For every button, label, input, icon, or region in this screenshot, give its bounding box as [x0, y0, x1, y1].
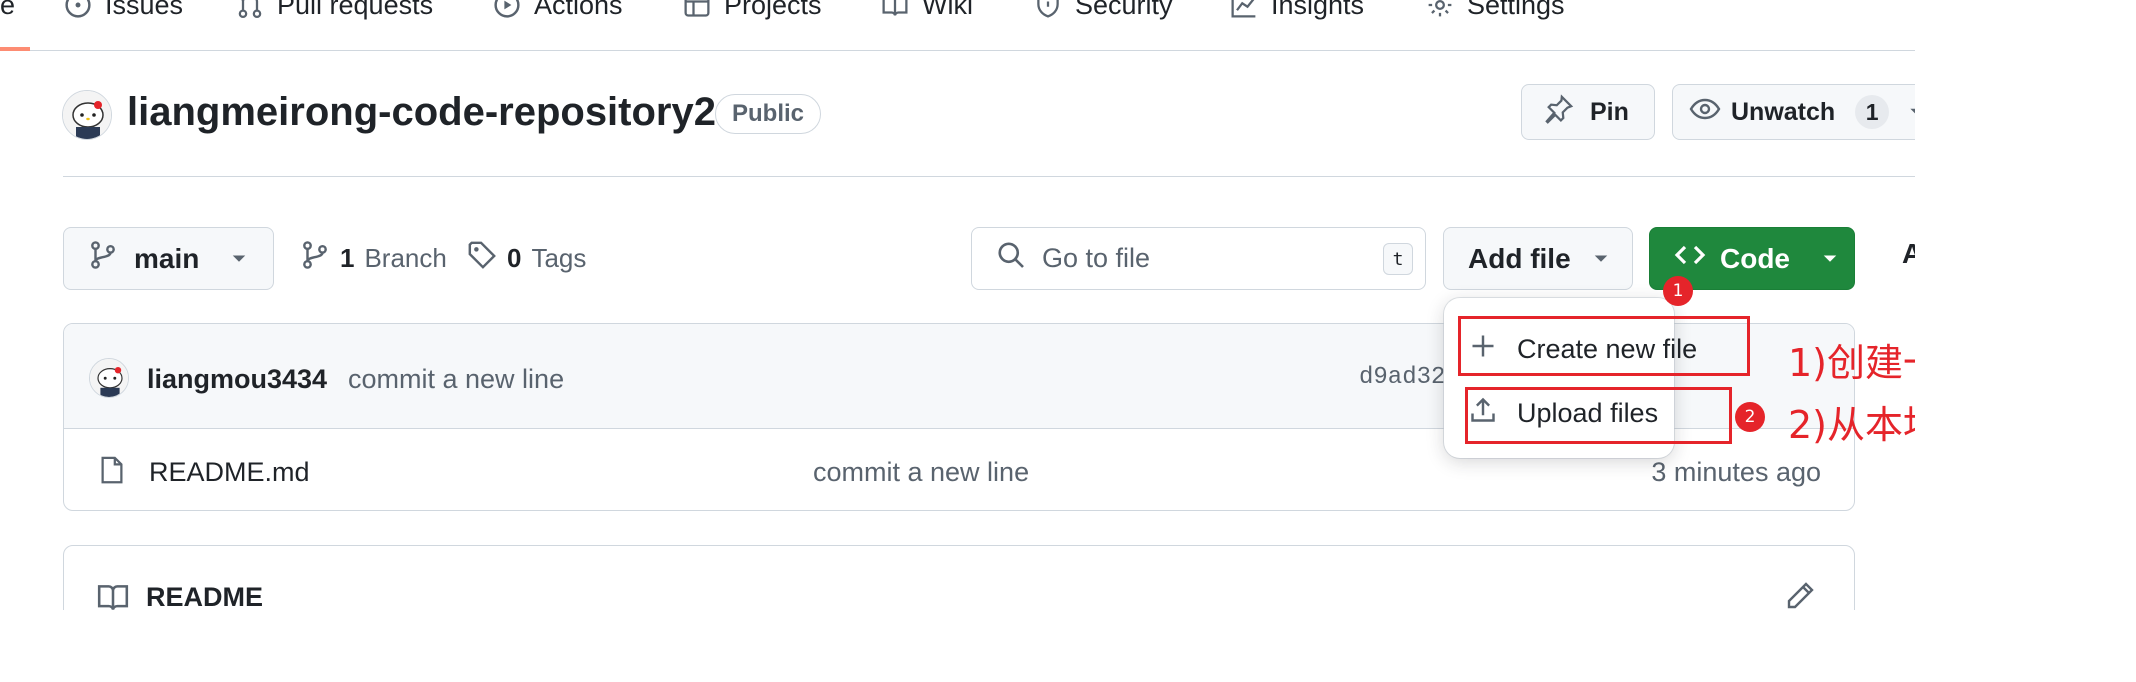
nav-security-label: Security	[1075, 0, 1173, 20]
repo-owner-avatar[interactable]	[62, 90, 112, 140]
nav-actions-label: Actions	[534, 0, 623, 20]
play-icon	[492, 0, 522, 20]
pin-icon	[1544, 93, 1574, 131]
branch-count-label: Branch	[364, 243, 447, 273]
repo-nav: e Issues Pull requests Actions Projects …	[0, 0, 1915, 51]
nav-insights-label: Insights	[1271, 0, 1365, 20]
annotation-box-create	[1458, 316, 1750, 376]
nav-active-indicator	[0, 47, 30, 51]
screenshot-frame: e Issues Pull requests Actions Projects …	[0, 0, 1915, 610]
watch-count: 1	[1855, 95, 1890, 129]
commit-author-avatar[interactable]	[89, 358, 129, 398]
nav-partial-item[interactable]: e	[0, 0, 15, 20]
add-file-button[interactable]: Add file	[1443, 227, 1633, 290]
go-to-file-search[interactable]: Go to file t	[971, 227, 1426, 290]
nav-actions[interactable]: Actions	[492, 0, 623, 20]
table-icon	[682, 0, 712, 20]
git-branch-icon	[300, 240, 330, 277]
annotation-badge-1: 1	[1663, 276, 1693, 306]
nav-issues-label: Issues	[105, 0, 184, 20]
annotation-badge-2: 2	[1735, 402, 1765, 432]
pin-label: Pin	[1590, 97, 1629, 126]
search-icon	[996, 240, 1026, 277]
unwatch-label: Unwatch	[1731, 97, 1836, 126]
nav-projects[interactable]: Projects	[682, 0, 822, 20]
nav-pull-requests[interactable]: Pull requests	[235, 0, 433, 20]
visibility-badge: Public	[715, 94, 822, 134]
add-file-label: Add file	[1468, 242, 1571, 274]
nav-settings[interactable]: Settings	[1425, 0, 1565, 20]
shield-icon	[1033, 0, 1063, 20]
nav-wiki-label: Wiki	[922, 0, 973, 20]
search-shortcut-key: t	[1383, 243, 1413, 275]
gear-icon	[1425, 0, 1455, 20]
code-label: Code	[1720, 242, 1790, 274]
nav-pull-requests-label: Pull requests	[277, 0, 434, 20]
chevron-down-icon	[1591, 243, 1611, 275]
code-brackets-icon	[1674, 239, 1706, 278]
commit-author[interactable]: liangmou3434	[147, 364, 327, 395]
nav-issues[interactable]: Issues	[63, 0, 183, 20]
chevron-down-icon	[229, 243, 249, 275]
branch-count: 1	[340, 243, 355, 273]
chevron-down-icon	[1820, 243, 1840, 275]
eye-icon	[1689, 93, 1721, 132]
git-branch-icon	[88, 240, 118, 277]
sidebar-about-heading-partial: A	[1902, 238, 1915, 269]
tag-icon	[467, 240, 497, 277]
nav-security[interactable]: Security	[1033, 0, 1173, 20]
pencil-icon[interactable]	[1784, 580, 1816, 610]
readme-panel: README	[63, 545, 1855, 610]
pin-button[interactable]: Pin	[1521, 84, 1655, 140]
branch-name: main	[134, 242, 200, 274]
nav-insights[interactable]: Insights	[1229, 0, 1364, 20]
unwatch-button[interactable]: Unwatch 1	[1672, 84, 1915, 140]
graph-icon	[1229, 0, 1259, 20]
pull-request-icon	[235, 0, 265, 20]
nav-wiki[interactable]: Wiki	[880, 0, 973, 20]
file-icon	[97, 453, 127, 492]
chevron-down-icon	[1907, 98, 1915, 127]
search-placeholder: Go to file	[1042, 243, 1151, 273]
readme-label: README	[146, 582, 264, 610]
book-icon	[880, 0, 910, 20]
annotation-note-1: 1)创建一个新的文件	[1788, 341, 1915, 385]
book-icon	[96, 580, 130, 610]
annotation-note-2: 2)从本地下载文件	[1788, 403, 1915, 447]
file-commit-message[interactable]: commit a new line	[813, 457, 1029, 488]
file-commit-time: 3 minutes ago	[1651, 457, 1821, 487]
tag-count: 0	[507, 243, 522, 273]
annotation-box-upload	[1465, 387, 1732, 444]
file-name[interactable]: README.md	[149, 457, 310, 488]
repo-title[interactable]: liangmeirong-code-repository2	[127, 90, 716, 135]
branch-selector[interactable]: main	[63, 227, 274, 290]
commit-message[interactable]: commit a new line	[348, 364, 564, 395]
nav-settings-label: Settings	[1467, 0, 1565, 20]
issue-icon	[63, 0, 93, 20]
tag-count-label: Tags	[531, 243, 587, 273]
nav-partial-label: e	[0, 0, 16, 20]
branches-link[interactable]: 1 Branch	[300, 240, 447, 277]
nav-projects-label: Projects	[724, 0, 822, 20]
header-divider	[63, 176, 1915, 177]
tags-link[interactable]: 0 Tags	[467, 240, 586, 277]
